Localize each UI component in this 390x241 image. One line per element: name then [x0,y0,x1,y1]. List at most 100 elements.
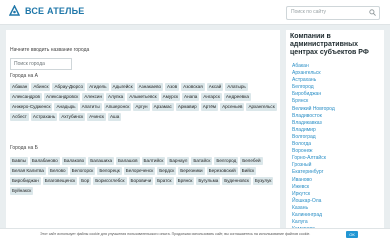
city-tag[interactable]: Адыгейск [110,83,135,91]
city-tag[interactable]: Благовещенск [42,177,78,185]
city-tag[interactable]: Агидель [87,83,109,91]
city-tag[interactable]: Белореченск [123,167,156,175]
city-tag[interactable]: Аша [107,113,122,121]
city-tag[interactable]: Армавир [175,103,199,111]
city-tag[interactable]: Азов [165,83,180,91]
city-tag[interactable]: Биробиджан [10,177,41,185]
city-tag[interactable]: Березники [178,167,205,175]
city-tag[interactable]: Балабаново [29,157,60,165]
city-tag[interactable]: Асбест [10,113,29,121]
city-tag[interactable]: Белорецк [97,167,122,175]
city-tag[interactable]: Азовская [181,83,205,91]
cookie-text: Этот сайт использует файлы cookie для ул… [40,232,311,236]
city-tag[interactable]: Анадырь [54,103,78,111]
city-tag[interactable]: Альметьевск [127,93,159,101]
sidebar-city-link[interactable]: Грозный [292,162,380,169]
sidebar-city-link[interactable]: Великий Новгород [292,106,380,113]
city-tag[interactable]: Балашиха [88,157,115,165]
sidebar-city-link[interactable]: Иваново [292,177,380,184]
city-tag[interactable]: Архангельск [246,103,277,111]
sidebar-city-link[interactable]: Екатеринбург [292,169,380,176]
city-tag[interactable]: Бердск [157,167,177,175]
city-tag[interactable]: Абрау-Дюрсо [52,83,86,91]
city-tag[interactable]: Буденновск [222,177,251,185]
city-tag[interactable]: Березовский [206,167,238,175]
city-search-input[interactable]: Поиск города [10,58,72,70]
city-tag[interactable]: Абинск [31,83,51,91]
city-tag[interactable]: Белая Калитва [10,167,46,175]
city-tag[interactable]: Барнаул [167,157,190,165]
sidebar-city-link[interactable]: Владимир [292,127,380,134]
city-tag[interactable]: Бавлы [10,157,28,165]
sidebar-city-list: Абакан Архангельск Астрахань Белгород Бироби… [292,63,380,233]
city-tag[interactable]: Ангарск [201,93,222,101]
sidebar-city-link[interactable]: Иркутск [292,191,380,198]
sidebar-city-link[interactable]: Йошкар-Ола [292,198,380,205]
sidebar-city-link[interactable]: Калуга [292,219,380,226]
city-tag[interactable]: Ахтубинск [59,113,86,121]
city-tag[interactable]: Белово [47,167,68,175]
city-tag[interactable]: Буйнакск [10,187,34,195]
city-directory-panel: Начните вводить название города Поиск го… [6,30,280,240]
city-tag[interactable]: Бузулук [252,177,274,185]
city-tag[interactable]: Абакан [10,83,30,91]
city-tag[interactable]: Бийск [239,167,257,175]
sidebar-city-link[interactable]: Биробиджан [292,91,380,98]
city-tag[interactable]: Белогорск [69,167,96,175]
sidebar-city-link[interactable]: Белгород [292,84,380,91]
sidebar-city-link[interactable]: Ижевск [292,184,380,191]
top-bar: ВСЕ АТЕЛЬЕ Поиск по сайту [0,0,390,25]
city-tag[interactable]: Азнакаево [136,83,164,91]
city-tag[interactable]: Брянск [175,177,195,185]
cookie-banner: Этот сайт использует файлы cookie для ул… [0,228,390,241]
city-tag[interactable]: Арзамас [151,103,174,111]
search-icon[interactable] [369,9,376,16]
city-tag[interactable]: Артём [200,103,219,111]
city-tag[interactable]: Аксай [206,83,224,91]
city-tags-a: Абакан Абинск Абрау-Дюрсо Агидель Адыгейск Аз… [10,83,278,121]
city-tag[interactable]: Боровичи [128,177,154,185]
city-tag[interactable]: Анжеро-Судженск [10,103,53,111]
city-tag[interactable]: Апшеронск [103,103,132,111]
city-tag[interactable]: Ачинск [87,113,106,121]
city-tag[interactable]: Балаково [61,157,87,165]
city-tag[interactable]: Белебей [240,157,263,165]
sidebar-city-link[interactable]: Астрахань [292,77,380,84]
city-tag[interactable]: Братск [155,177,174,185]
city-tag[interactable]: Бор [79,177,92,185]
city-tag[interactable]: Амурск [160,93,181,101]
sidebar-city-link[interactable]: Казань [292,205,380,212]
cookie-accept-button[interactable]: ОК [346,231,358,238]
sidebar-city-link[interactable]: Вологда [292,141,380,148]
city-tag[interactable]: Алексин [82,93,104,101]
city-tag[interactable]: Алупка [106,93,126,101]
header-search-input[interactable]: Поиск по сайту [286,6,380,20]
site-logo[interactable]: ВСЕ АТЕЛЬЕ [9,5,85,16]
sidebar-city-link[interactable]: Владивосток [292,113,380,120]
regional-centers-sidebar: Компании в административных центрах субъ… [286,30,384,240]
city-tag[interactable]: Александров [10,93,42,101]
sidebar-city-link[interactable]: Архангельск [292,70,380,77]
city-tag[interactable]: Балашов [116,157,140,165]
city-tag[interactable]: Апатиты [79,103,102,111]
city-tag[interactable]: Астрахань [30,113,58,121]
city-tag[interactable]: Балтийск [141,157,166,165]
city-tag[interactable]: Арсеньев [220,103,245,111]
sidebar-city-link[interactable]: Владикавказ [292,120,380,127]
search-hint: Начните вводить название города [10,47,90,53]
city-tag[interactable]: Анапа [182,93,200,101]
sidebar-title: Компании в административных центрах субъ… [290,33,369,56]
sidebar-city-link[interactable]: Брянск [292,98,380,105]
city-tag[interactable]: Батайск [191,157,213,165]
city-tags-b: Бавлы Балабаново Балаково Балашиха Балашов Ба… [10,157,278,195]
city-tag[interactable]: Аргун [133,103,150,111]
sidebar-city-link[interactable]: Абакан [292,63,380,70]
city-tag[interactable]: Белгород [214,157,239,165]
sidebar-city-link[interactable]: Волгоград [292,134,380,141]
city-tag[interactable]: Алатырь [225,83,248,91]
city-tag[interactable]: Александровск [43,93,81,101]
city-tag[interactable]: Борисоглебск [93,177,127,185]
city-tag[interactable]: Андреевка [223,93,251,101]
city-tag[interactable]: Бугульма [196,177,221,185]
sidebar-city-link[interactable]: Калининград [292,212,380,219]
